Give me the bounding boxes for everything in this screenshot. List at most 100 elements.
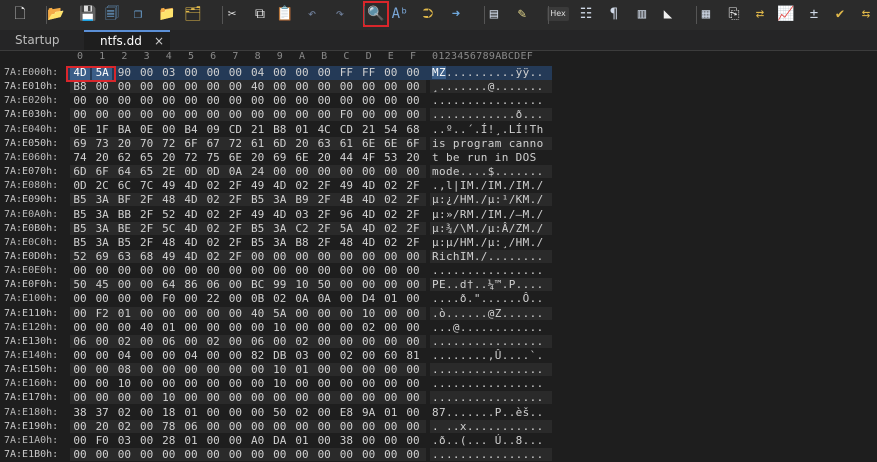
hex-byte[interactable]: 5A — [270, 307, 290, 321]
row-ascii[interactable]: ................ — [432, 448, 552, 462]
hex-byte[interactable]: 5A — [336, 222, 356, 236]
hex-byte[interactable]: 00 — [359, 250, 379, 264]
hex-byte[interactable]: 00 — [314, 335, 334, 349]
row-ascii[interactable]: ................ — [432, 377, 552, 391]
hex-byte[interactable]: 00 — [225, 292, 245, 306]
hex-byte[interactable]: 21 — [359, 123, 379, 137]
hex-byte[interactable]: 0A — [314, 292, 334, 306]
tab-startup[interactable]: Startup — [15, 30, 60, 50]
hex-byte[interactable]: 00 — [403, 406, 423, 420]
hex-byte[interactable]: 03 — [159, 66, 179, 80]
hex-byte[interactable]: 74 — [70, 151, 90, 165]
plus-minus-icon[interactable]: ± — [803, 3, 825, 25]
hex-byte[interactable]: 00 — [292, 391, 312, 405]
new-file-icon[interactable]: 🗋 — [9, 3, 31, 25]
hex-byte[interactable]: 06 — [203, 278, 223, 292]
row-ascii[interactable]: µ:µ/HM./µ:¸/HM./ — [432, 236, 552, 250]
hex-byte[interactable]: 00 — [403, 264, 423, 278]
hex-byte[interactable]: 20 — [92, 420, 112, 434]
hex-byte[interactable]: 00 — [248, 406, 268, 420]
hex-byte[interactable]: 00 — [403, 307, 423, 321]
save-icon[interactable]: 💾 — [77, 3, 99, 25]
hex-byte[interactable]: 6D — [270, 137, 290, 151]
hex-byte[interactable]: 00 — [203, 391, 223, 405]
hex-byte[interactable]: 00 — [92, 94, 112, 108]
hex-byte[interactable]: 04 — [181, 349, 201, 363]
export-icon[interactable]: ⎘ — [723, 3, 745, 25]
hex-byte[interactable]: 00 — [181, 292, 201, 306]
hex-byte[interactable]: 00 — [336, 264, 356, 278]
hex-byte[interactable]: 00 — [359, 448, 379, 462]
hex-byte[interactable]: 2F — [225, 250, 245, 264]
row-ascii[interactable]: µ:»/RM./IM./–M./ — [432, 208, 552, 222]
hex-byte[interactable]: 21 — [248, 123, 268, 137]
hex-byte[interactable]: 00 — [292, 448, 312, 462]
hex-byte[interactable]: 00 — [203, 349, 223, 363]
hex-byte[interactable]: 00 — [225, 420, 245, 434]
hex-byte[interactable]: 00 — [70, 292, 90, 306]
hex-byte[interactable]: 7C — [137, 179, 157, 193]
hex-byte[interactable]: 00 — [92, 349, 112, 363]
hex-byte[interactable]: 00 — [137, 335, 157, 349]
row-ascii[interactable]: .ð..(... Ú..8... — [432, 434, 552, 448]
hex-byte[interactable]: 00 — [114, 292, 134, 306]
hex-byte[interactable]: 68 — [403, 123, 423, 137]
hex-byte[interactable]: 48 — [159, 193, 179, 207]
hex-byte[interactable]: 99 — [270, 278, 290, 292]
hex-byte[interactable]: 00 — [92, 335, 112, 349]
hex-byte[interactable]: 00 — [248, 363, 268, 377]
hex-byte[interactable]: 00 — [359, 434, 379, 448]
hex-byte[interactable]: 00 — [225, 94, 245, 108]
hex-byte[interactable]: 49 — [159, 250, 179, 264]
hex-byte[interactable]: 64 — [159, 278, 179, 292]
open-folder-icon[interactable]: 📂 — [45, 3, 67, 25]
hex-byte[interactable]: 00 — [181, 363, 201, 377]
hex-byte[interactable]: 00 — [314, 420, 334, 434]
hex-byte[interactable]: 00 — [270, 448, 290, 462]
hex-byte[interactable]: 00 — [381, 448, 401, 462]
hex-byte[interactable]: 06 — [159, 335, 179, 349]
hex-byte[interactable]: 2F — [225, 208, 245, 222]
hex-byte[interactable]: 10 — [270, 321, 290, 335]
row-ascii[interactable]: .,l|IM./IM./IM./ — [432, 179, 552, 193]
hex-byte[interactable]: 00 — [381, 307, 401, 321]
hex-byte[interactable]: B9 — [292, 193, 312, 207]
hex-byte[interactable]: 68 — [137, 250, 157, 264]
hex-byte[interactable]: 00 — [292, 165, 312, 179]
hex-byte[interactable]: 02 — [292, 406, 312, 420]
hex-byte[interactable]: 4B — [336, 193, 356, 207]
hex-byte[interactable]: 00 — [381, 321, 401, 335]
hex-byte[interactable]: 00 — [92, 377, 112, 391]
hex-byte[interactable]: 00 — [114, 264, 134, 278]
hex-byte[interactable]: 3A — [92, 222, 112, 236]
hex-byte[interactable]: BE — [114, 222, 134, 236]
hex-byte[interactable]: 00 — [248, 108, 268, 122]
hex-byte[interactable]: 72 — [159, 137, 179, 151]
hex-byte[interactable]: B8 — [70, 80, 90, 94]
hex-byte[interactable]: 00 — [70, 321, 90, 335]
hex-byte[interactable]: 00 — [181, 108, 201, 122]
hex-byte[interactable]: 00 — [403, 250, 423, 264]
hex-byte[interactable]: 00 — [314, 448, 334, 462]
row-ascii[interactable]: is program canno — [432, 137, 552, 151]
hex-byte[interactable]: 50 — [270, 406, 290, 420]
hex-byte[interactable]: 00 — [137, 264, 157, 278]
hex-byte[interactable]: 2F — [314, 193, 334, 207]
hex-byte[interactable]: BA — [114, 123, 134, 137]
hex-byte[interactable]: 00 — [159, 349, 179, 363]
hex-byte[interactable]: 4D — [181, 193, 201, 207]
hex-byte[interactable]: 60 — [381, 349, 401, 363]
hex-byte[interactable]: 00 — [292, 377, 312, 391]
hex-byte[interactable]: 00 — [336, 420, 356, 434]
hex-byte[interactable]: 00 — [336, 165, 356, 179]
hex-byte[interactable]: 00 — [225, 363, 245, 377]
hex-byte[interactable]: 65 — [137, 165, 157, 179]
hex-byte[interactable]: B5 — [70, 222, 90, 236]
row-ascii[interactable]: ................ — [432, 94, 552, 108]
hex-byte[interactable]: 00 — [292, 321, 312, 335]
hex-byte[interactable]: 00 — [92, 321, 112, 335]
hex-byte[interactable]: 70 — [137, 137, 157, 151]
hex-byte[interactable]: CD — [336, 123, 356, 137]
hex-byte[interactable]: 00 — [203, 420, 223, 434]
replace-icon[interactable]: Aᵇ — [389, 3, 411, 25]
